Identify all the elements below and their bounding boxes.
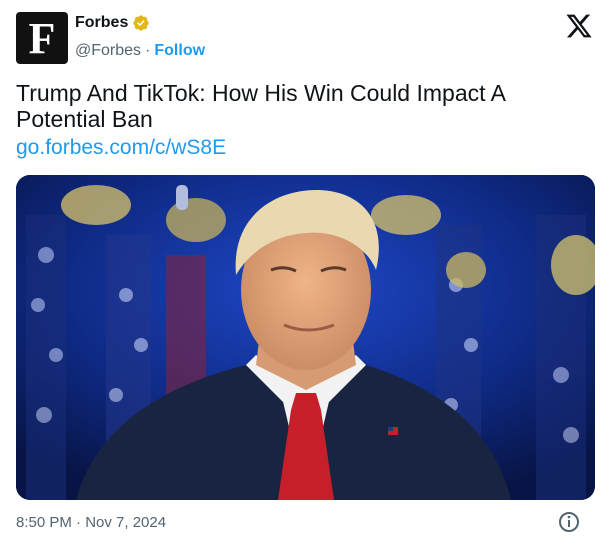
follow-button[interactable]: Follow	[154, 42, 205, 60]
verified-badge-icon	[133, 15, 150, 31]
author-handle-row: @Forbes · Follow	[75, 42, 205, 60]
photo-illustration	[16, 175, 595, 500]
tweet-link[interactable]: go.forbes.com/c/wS8E	[16, 136, 226, 160]
info-icon[interactable]	[541, 510, 597, 538]
avatar-letter: F	[28, 14, 56, 63]
tweet-photo[interactable]	[16, 175, 595, 500]
author-avatar[interactable]: F	[16, 12, 68, 64]
author-name[interactable]: Forbes	[75, 14, 128, 32]
tweet-text: Trump And TikTok: How His Win Could Impa…	[16, 80, 505, 132]
handle-separator: ·	[145, 42, 151, 59]
x-logo-icon[interactable]	[565, 12, 593, 40]
tweet-timestamp[interactable]: 8:50 PM · Nov 7, 2024	[16, 514, 166, 531]
author-handle[interactable]: @Forbes	[75, 42, 141, 60]
author-name-row: Forbes	[75, 14, 150, 32]
